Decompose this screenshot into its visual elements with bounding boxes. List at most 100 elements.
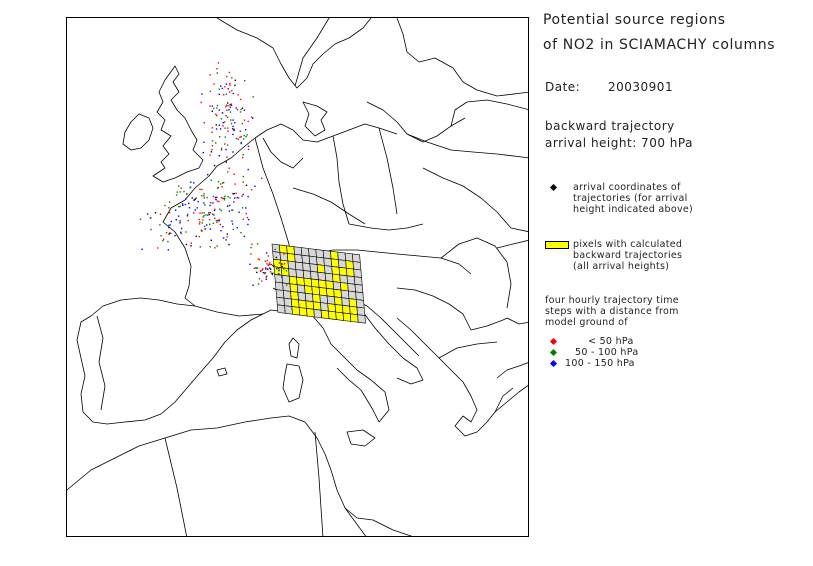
trajectory-point <box>239 98 242 101</box>
grid-pixel <box>295 269 305 279</box>
grid-pixel <box>331 266 341 276</box>
trajectory-point <box>215 113 217 115</box>
trajectory-point <box>199 212 201 214</box>
trajectory-point <box>262 268 264 270</box>
trajectory-point <box>187 213 189 215</box>
trajectory-point <box>198 235 200 238</box>
trajectory-point <box>222 226 224 228</box>
trajectory-point <box>251 139 254 141</box>
trajectory-point <box>227 196 229 198</box>
border-balkans-inner <box>438 341 498 359</box>
trajectory-point <box>229 91 231 93</box>
trajectory-point <box>239 136 241 138</box>
trajectory-point <box>237 197 240 199</box>
trajectory-point <box>218 200 220 203</box>
trajectory-point <box>213 107 215 110</box>
trajectory-point <box>215 198 217 201</box>
coastline-black-sea <box>496 240 528 249</box>
trajectory-point <box>208 213 210 216</box>
trajectory-point <box>215 124 217 126</box>
trajectory-point <box>227 102 229 104</box>
trajectory-point <box>209 202 212 204</box>
trajectory-point <box>219 208 221 210</box>
grid-pixel <box>272 258 282 269</box>
trajectory-point <box>215 219 218 222</box>
coastline-baltic <box>396 18 528 97</box>
trajectory-point <box>234 197 236 199</box>
trajectory-point <box>216 221 218 223</box>
coastline-great-britain <box>152 65 204 183</box>
grid-pixel <box>286 253 296 263</box>
trajectory-point <box>178 206 180 208</box>
legend-steps-line-3: model ground of <box>545 317 628 328</box>
trajectory-point <box>203 141 205 143</box>
trajectory-point <box>250 253 252 255</box>
trajectory-point <box>232 125 234 128</box>
grid-pixel <box>354 283 364 294</box>
trajectory-point <box>232 129 235 131</box>
trajectory-point <box>229 82 231 85</box>
trajectory-point <box>146 213 149 215</box>
trajectory-point <box>235 107 237 109</box>
trajectory-point <box>190 242 192 244</box>
grid-pixel <box>349 305 358 316</box>
trajectory-point <box>185 198 187 200</box>
grid-pixel <box>278 244 288 254</box>
border-germany-czech <box>292 187 366 225</box>
grid-pixel <box>341 297 350 307</box>
trajectory-point <box>233 173 235 175</box>
border-greece-turkey <box>494 387 514 413</box>
trajectory-point <box>189 187 191 189</box>
trajectory-point <box>265 268 267 270</box>
trajectory-point <box>220 197 222 199</box>
grid-pixel <box>319 294 329 304</box>
trajectory-point <box>266 263 268 265</box>
trajectory-point <box>243 235 245 238</box>
trajectory-point <box>214 196 217 199</box>
trajectory-point <box>230 122 233 125</box>
trajectory-point <box>223 199 226 201</box>
trajectory-point <box>203 212 205 214</box>
border-bulgaria <box>470 317 508 331</box>
trajectory-point <box>265 276 267 278</box>
trajectory-point <box>228 167 230 169</box>
trajectory-point <box>233 192 235 195</box>
trajectory-point <box>249 263 251 265</box>
trajectory-point <box>223 121 226 123</box>
grid-pixel <box>320 302 329 312</box>
trajectory-point <box>242 218 244 220</box>
trajectory-point <box>228 71 231 74</box>
trajectory-point <box>179 205 181 208</box>
grid-pixel <box>286 245 295 255</box>
trajectory-point <box>228 204 231 207</box>
trajectory-point <box>226 205 229 207</box>
trajectory-point <box>238 211 240 213</box>
trajectory-point <box>269 267 272 270</box>
trajectory-point <box>242 156 244 159</box>
trajectory-point <box>167 249 169 251</box>
trajectory-point <box>247 195 249 198</box>
grid-pixel <box>283 297 293 307</box>
grid-pixel <box>317 271 327 282</box>
trajectory-point <box>181 227 183 230</box>
trajectory-point <box>209 154 211 156</box>
grid-pixel <box>271 243 281 253</box>
trajectory-point <box>239 111 242 113</box>
island-balearics <box>216 367 228 377</box>
trajectory-point <box>194 209 196 211</box>
trajectory-point <box>159 224 161 226</box>
trajectory-point <box>244 80 246 82</box>
trajectory-point <box>212 202 214 204</box>
trajectory-point <box>281 276 283 278</box>
trajectory-point <box>201 188 203 191</box>
legend-pixels-line-3: (all arrival heights) <box>573 261 670 272</box>
trajectory-point <box>200 101 202 104</box>
trajectory-point <box>226 156 228 158</box>
trajectory-point <box>216 200 219 202</box>
trajectory-point <box>241 107 244 109</box>
trajectory-point <box>225 161 227 163</box>
trajectory-point <box>234 79 237 81</box>
trajectory-point <box>231 223 234 225</box>
trajectory-point <box>252 96 254 98</box>
grid-pixel <box>311 286 321 296</box>
